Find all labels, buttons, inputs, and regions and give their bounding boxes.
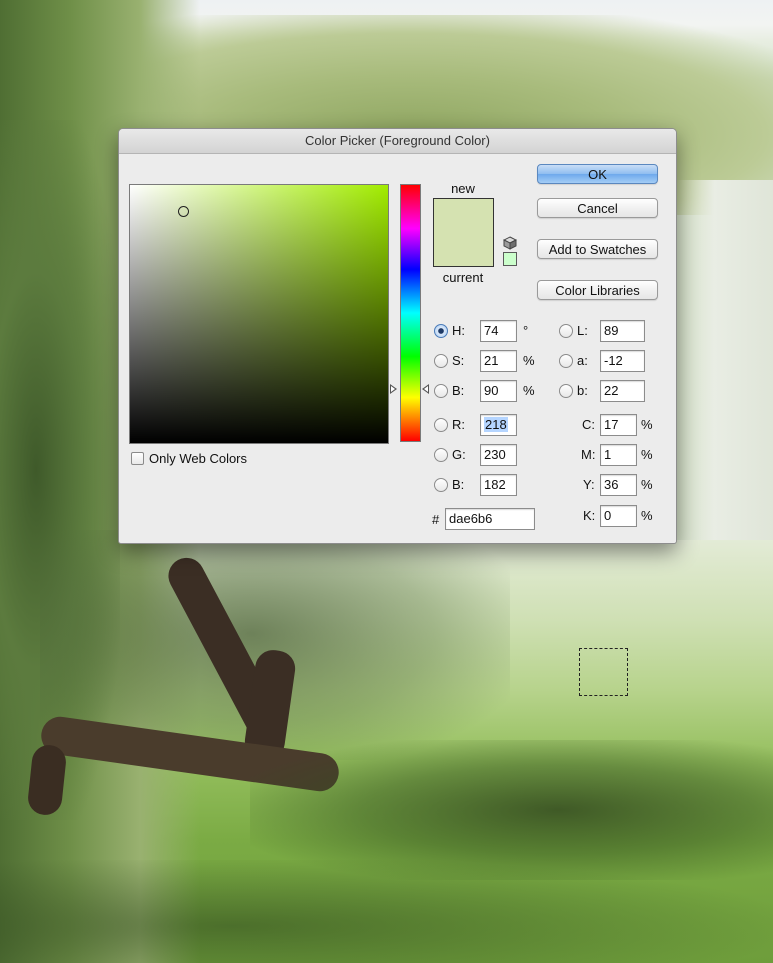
- hue-slider-handle-left[interactable]: [390, 384, 397, 394]
- hue-unit: °: [523, 323, 529, 338]
- cyan-input[interactable]: 17: [600, 414, 637, 436]
- brightness-unit: %: [523, 383, 535, 398]
- current-color-swatch[interactable]: [434, 232, 493, 266]
- new-color-swatch: [434, 199, 493, 232]
- red-input[interactable]: 218: [480, 414, 517, 436]
- color-preview: [433, 198, 494, 267]
- brightness-input[interactable]: 90: [480, 380, 517, 402]
- saturation-unit: %: [523, 353, 535, 368]
- out-of-gamut-cube-icon[interactable]: [503, 236, 517, 250]
- cyan-unit: %: [641, 417, 653, 432]
- black-input[interactable]: 0: [600, 505, 637, 527]
- websafe-swatch-icon[interactable]: [503, 252, 517, 266]
- saturation-radio[interactable]: [434, 354, 448, 368]
- hue-slider-handle-right[interactable]: [422, 384, 429, 394]
- dialog-title[interactable]: Color Picker (Foreground Color): [119, 129, 676, 154]
- current-label: current: [442, 270, 484, 285]
- color-libraries-button[interactable]: Color Libraries: [537, 280, 658, 300]
- foreground-shadow: [0, 860, 773, 963]
- b-channel-label: b:: [577, 383, 588, 398]
- hex-label: #: [432, 512, 440, 527]
- only-web-colors-label: Only Web Colors: [149, 451, 248, 466]
- green-label: G:: [452, 447, 466, 462]
- black-unit: %: [641, 508, 653, 523]
- magenta-unit: %: [641, 447, 653, 462]
- add-to-swatches-button[interactable]: Add to Swatches: [537, 239, 658, 259]
- red-input-selection: 218: [484, 417, 508, 432]
- green-radio[interactable]: [434, 448, 448, 462]
- brightness-radio[interactable]: [434, 384, 448, 398]
- red-radio[interactable]: [434, 418, 448, 432]
- only-web-colors-checkbox[interactable]: [131, 452, 144, 465]
- lightness-label: L:: [577, 323, 588, 338]
- marquee-selection[interactable]: [579, 648, 628, 696]
- tree-shadow: [250, 740, 773, 880]
- black-label: K:: [583, 508, 596, 523]
- ok-button[interactable]: OK: [537, 164, 658, 184]
- yellow-unit: %: [641, 477, 653, 492]
- cyan-label: C:: [582, 417, 595, 432]
- blue-label: B:: [452, 477, 465, 492]
- b-channel-radio[interactable]: [559, 384, 573, 398]
- cancel-button[interactable]: Cancel: [537, 198, 658, 218]
- color-field[interactable]: [129, 184, 389, 444]
- saturation-label: S:: [452, 353, 465, 368]
- yellow-label: Y:: [583, 477, 595, 492]
- red-label: R:: [452, 417, 465, 432]
- a-channel-input[interactable]: -12: [600, 350, 645, 372]
- a-channel-label: a:: [577, 353, 588, 368]
- color-picker-dialog: Color Picker (Foreground Color) new curr…: [118, 128, 677, 544]
- yellow-input[interactable]: 36: [600, 474, 637, 496]
- hue-slider[interactable]: [400, 184, 421, 442]
- hex-input[interactable]: dae6b6: [445, 508, 535, 530]
- hue-label: H:: [452, 323, 465, 338]
- hue-radio[interactable]: [434, 324, 448, 338]
- magenta-input[interactable]: 1: [600, 444, 637, 466]
- hue-input[interactable]: 74: [480, 320, 517, 342]
- green-input[interactable]: 230: [480, 444, 517, 466]
- lightness-input[interactable]: 89: [600, 320, 645, 342]
- saturation-input[interactable]: 21: [480, 350, 517, 372]
- b-channel-input[interactable]: 22: [600, 380, 645, 402]
- blue-radio[interactable]: [434, 478, 448, 492]
- color-field-cursor[interactable]: [178, 206, 189, 217]
- a-channel-radio[interactable]: [559, 354, 573, 368]
- new-label: new: [451, 181, 475, 196]
- magenta-label: M:: [581, 447, 596, 462]
- blue-input[interactable]: 182: [480, 474, 517, 496]
- brightness-label: B:: [452, 383, 465, 398]
- lightness-radio[interactable]: [559, 324, 573, 338]
